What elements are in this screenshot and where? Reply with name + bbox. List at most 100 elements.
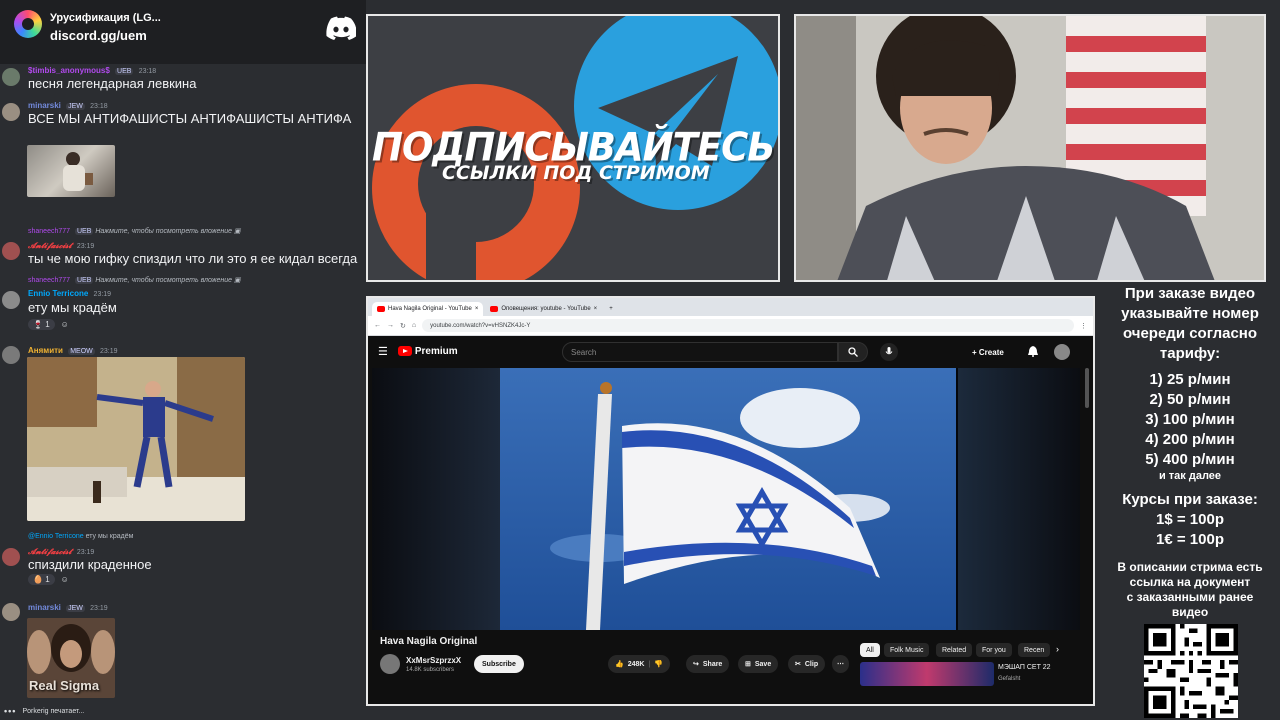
chip-all[interactable]: All (860, 643, 880, 657)
discord-chat-panel: Урусификация (LG... discord.gg/uem $timb… (0, 0, 366, 720)
user-avatar[interactable] (2, 603, 20, 621)
username[interactable]: minarski (28, 101, 61, 110)
server-invite-link[interactable]: discord.gg/uem (50, 28, 147, 43)
user-avatar[interactable] (2, 291, 20, 309)
forward-icon[interactable]: → (387, 322, 394, 329)
description-line: В описании стрима есть (1117, 560, 1263, 574)
close-tab-icon[interactable]: × (475, 306, 479, 312)
url-field[interactable]: youtube.com/watch?v=vHSNZK4Jc-Y (422, 319, 1074, 332)
timestamp: 23:19 (99, 348, 118, 355)
chip-related[interactable]: Related (936, 643, 973, 657)
attached-gif[interactable] (27, 145, 115, 197)
share-icon: ↪ (693, 661, 699, 668)
recommended-video-title[interactable]: МЭШАП СЕТ 22 (998, 664, 1051, 671)
promo-subtitle: ССЫЛКИ ПОД СТРИМОМ (442, 162, 710, 184)
youtube-logo[interactable]: Premium (397, 346, 458, 357)
new-tab-button[interactable]: + (604, 302, 618, 316)
chip-folk-music[interactable]: Folk Music (884, 643, 930, 657)
typing-dots-icon: ••• (4, 706, 17, 716)
chevron-right-icon[interactable]: › (1056, 644, 1059, 654)
save-button[interactable]: ⊞ Save (738, 655, 779, 673)
page-scrollbar[interactable] (1085, 368, 1089, 408)
voice-search-button[interactable] (880, 343, 898, 361)
description-line: ссылка на документ (1129, 575, 1251, 589)
role-badge: MEOW (68, 348, 95, 355)
reaction-row: 🥚 1 ☺ (28, 572, 69, 586)
username[interactable]: Анямити (28, 346, 63, 355)
create-button[interactable]: + Create (972, 348, 1004, 357)
gif-dancing-man-image (27, 357, 245, 521)
share-button[interactable]: ↪ Share (686, 655, 730, 673)
timestamp: 23:19 (76, 243, 95, 250)
username[interactable]: 𝓐𝓷𝓽𝓲𝓯𝓪𝓼𝓬𝓲𝓼𝓽 (28, 546, 72, 556)
reaction-row: 🍷 1 ☺ (28, 317, 69, 331)
more-actions-button[interactable]: ⋯ (832, 655, 849, 673)
video-frame[interactable] (500, 368, 956, 630)
chip-recent[interactable]: Recen (1018, 643, 1051, 657)
info-line: очереди согласно (1122, 325, 1258, 342)
tariff-line: 2) 50 р/мин (1149, 391, 1231, 408)
attached-image[interactable]: Real Sigma (27, 618, 115, 698)
qr-code (1144, 624, 1238, 718)
ambient-left (372, 368, 500, 630)
recommended-video-thumbnail[interactable] (860, 662, 994, 686)
order-info-panel: При заказе видео указывайте номер очеред… (1100, 284, 1280, 720)
thumbs-down-icon[interactable]: 👎 (654, 660, 663, 668)
role-badge: UEB (115, 68, 134, 75)
tariff-more: и так далее (1158, 470, 1222, 482)
reaction-pill[interactable]: 🍷 1 (28, 318, 55, 330)
user-avatar[interactable] (1054, 344, 1070, 360)
browser-tab[interactable]: Оповещения: youtube - YouTube × (485, 302, 603, 316)
attached-gif[interactable] (27, 357, 245, 521)
user-avatar[interactable] (2, 103, 20, 121)
reply-preview[interactable]: shaneech777 UEB Нажмите, чтобы посмотрет… (28, 276, 241, 284)
recommended-video-channel[interactable]: Gefalsht (998, 676, 1020, 682)
username[interactable]: $timbis_anonymous$ (28, 66, 110, 75)
israel-flag-video-image (500, 368, 956, 630)
info-line: указывайте номер (1121, 305, 1259, 322)
user-avatar[interactable] (2, 346, 20, 364)
server-header[interactable]: Урусификация (LG... discord.gg/uem (0, 0, 366, 64)
server-name: Урусификация (LG... (50, 12, 161, 24)
like-button[interactable]: 👍 248K | 👎 (608, 655, 671, 673)
clip-button[interactable]: ✂ Clip (788, 655, 826, 673)
message-text: спиздили краденное (28, 557, 152, 572)
close-tab-icon[interactable]: × (594, 306, 598, 312)
tariff-line: 3) 100 р/мин (1145, 411, 1235, 428)
notifications-bell-icon[interactable] (1028, 346, 1038, 357)
search-button[interactable] (838, 342, 868, 362)
reply-preview[interactable]: shaneech777 UEB Нажмите, чтобы посмотрет… (28, 227, 241, 235)
timestamp: 23:19 (93, 291, 112, 298)
browser-tab[interactable]: Hava Nagila Original - YouTube × (372, 302, 484, 316)
add-reaction-icon[interactable]: ☺ (61, 575, 69, 584)
channel-avatar[interactable] (380, 654, 400, 674)
server-avatar (14, 10, 42, 38)
reload-icon[interactable]: ↻ (400, 322, 406, 330)
user-avatar[interactable] (2, 68, 20, 86)
typing-indicator: ••• Porkerig печатает... (4, 706, 85, 716)
subscribe-promo-panel: ПОДПИСЫВАЙТЕСЬ ССЫЛКИ ПОД СТРИМОМ (366, 14, 780, 282)
subscribe-button[interactable]: Subscribe (474, 655, 524, 673)
reply-preview[interactable]: @Ennio Terricone ету мы крадём (28, 533, 133, 540)
home-icon[interactable]: ⌂ (412, 322, 416, 329)
username[interactable]: Ennio Terricone (28, 289, 88, 298)
user-avatar[interactable] (2, 548, 20, 566)
username[interactable]: 𝓐𝓷𝓽𝓲𝓯𝓪𝓼𝓬𝓲𝓼𝓽 (28, 240, 72, 250)
extensions-icon[interactable]: ⋮ (1080, 322, 1087, 330)
webcam-person-image (796, 16, 1264, 280)
search-input[interactable]: Search (562, 342, 838, 362)
hamburger-menu-icon[interactable]: ☰ (378, 345, 388, 358)
video-player[interactable] (372, 368, 1080, 630)
chip-for-you[interactable]: For you (976, 643, 1012, 657)
search-icon (848, 347, 858, 357)
channel-name[interactable]: XxMsrSzprzxX (406, 656, 461, 665)
tariff-line: 1) 25 р/мин (1149, 371, 1231, 388)
username[interactable]: minarski (28, 603, 61, 612)
ambient-right (958, 368, 1080, 630)
add-reaction-icon[interactable]: ☺ (61, 320, 69, 329)
rate-line: 1$ = 100р (1156, 511, 1224, 528)
user-avatar[interactable] (2, 242, 20, 260)
subscriber-count: 14.8K subscribers (406, 667, 455, 673)
back-icon[interactable]: ← (374, 322, 381, 329)
reaction-pill[interactable]: 🥚 1 (28, 573, 55, 585)
